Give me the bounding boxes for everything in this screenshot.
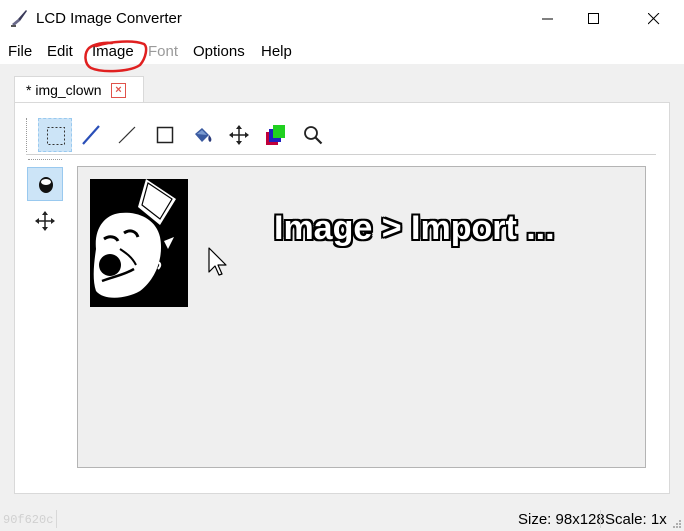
clown-image	[90, 179, 188, 307]
close-button[interactable]	[631, 0, 677, 38]
rectangle-icon	[156, 126, 174, 144]
tab-img-clown[interactable]: * img_clown ×	[14, 76, 144, 104]
magnifier-icon	[304, 126, 323, 145]
sidebar-grip	[28, 159, 62, 160]
menu-help[interactable]: Help	[261, 43, 292, 60]
status-size: Size: 98x128	[518, 511, 605, 528]
rectangle-tool[interactable]	[148, 118, 182, 152]
line-tool[interactable]	[110, 118, 144, 152]
tab-label: * img_clown	[26, 82, 102, 98]
brush-size-icon	[39, 177, 53, 193]
tool-bar	[26, 118, 656, 152]
menu-image[interactable]: Image	[92, 43, 134, 60]
colors-icon	[266, 125, 285, 145]
title-bar: LCD Image Converter	[0, 0, 684, 39]
app-icon	[11, 10, 27, 27]
pen-icon	[82, 125, 100, 145]
toolbar-divider	[26, 154, 656, 155]
move-tool[interactable]	[222, 118, 256, 152]
color-tool[interactable]	[258, 118, 292, 152]
status-separator	[56, 510, 57, 528]
selection-tool[interactable]	[38, 118, 72, 152]
mouse-cursor-icon	[208, 247, 227, 276]
minimize-button[interactable]	[525, 0, 571, 38]
selection-icon	[47, 127, 65, 145]
zoom-tool[interactable]	[296, 118, 330, 152]
tab-close-icon[interactable]: ×	[111, 83, 126, 98]
fill-tool[interactable]	[186, 118, 220, 152]
pen-tool[interactable]	[74, 118, 108, 152]
paint-bucket-icon	[195, 128, 212, 142]
menu-options[interactable]: Options	[193, 43, 245, 60]
status-separator	[600, 510, 601, 528]
status-bar: 90f620c Size: 98x128 Scale: 1x	[0, 506, 684, 531]
image-canvas[interactable]: Image > Import ...	[77, 166, 646, 468]
move-icon	[35, 211, 55, 231]
close-icon	[648, 13, 660, 25]
status-scale: Scale: 1x	[605, 511, 667, 528]
menu-font[interactable]: Font	[148, 43, 178, 60]
side-tool-bar	[27, 158, 65, 238]
menu-file[interactable]: File	[8, 43, 32, 60]
menu-edit[interactable]: Edit	[47, 43, 73, 60]
move-icon	[229, 125, 249, 145]
maximize-icon	[588, 13, 599, 24]
line-icon	[118, 126, 136, 144]
overlay-caption: Image > Import ...	[274, 209, 555, 247]
menu-bar: File Edit Image Font Options Help	[0, 38, 684, 64]
toolbar-grip	[26, 118, 29, 152]
maximize-button[interactable]	[571, 0, 617, 38]
brush-size-tool[interactable]	[27, 167, 63, 201]
status-code: 90f620c	[3, 513, 54, 527]
resize-grip-icon[interactable]	[672, 519, 682, 529]
side-move-tool[interactable]	[27, 204, 63, 238]
minimize-icon	[542, 18, 553, 20]
window-title: LCD Image Converter	[36, 10, 182, 27]
